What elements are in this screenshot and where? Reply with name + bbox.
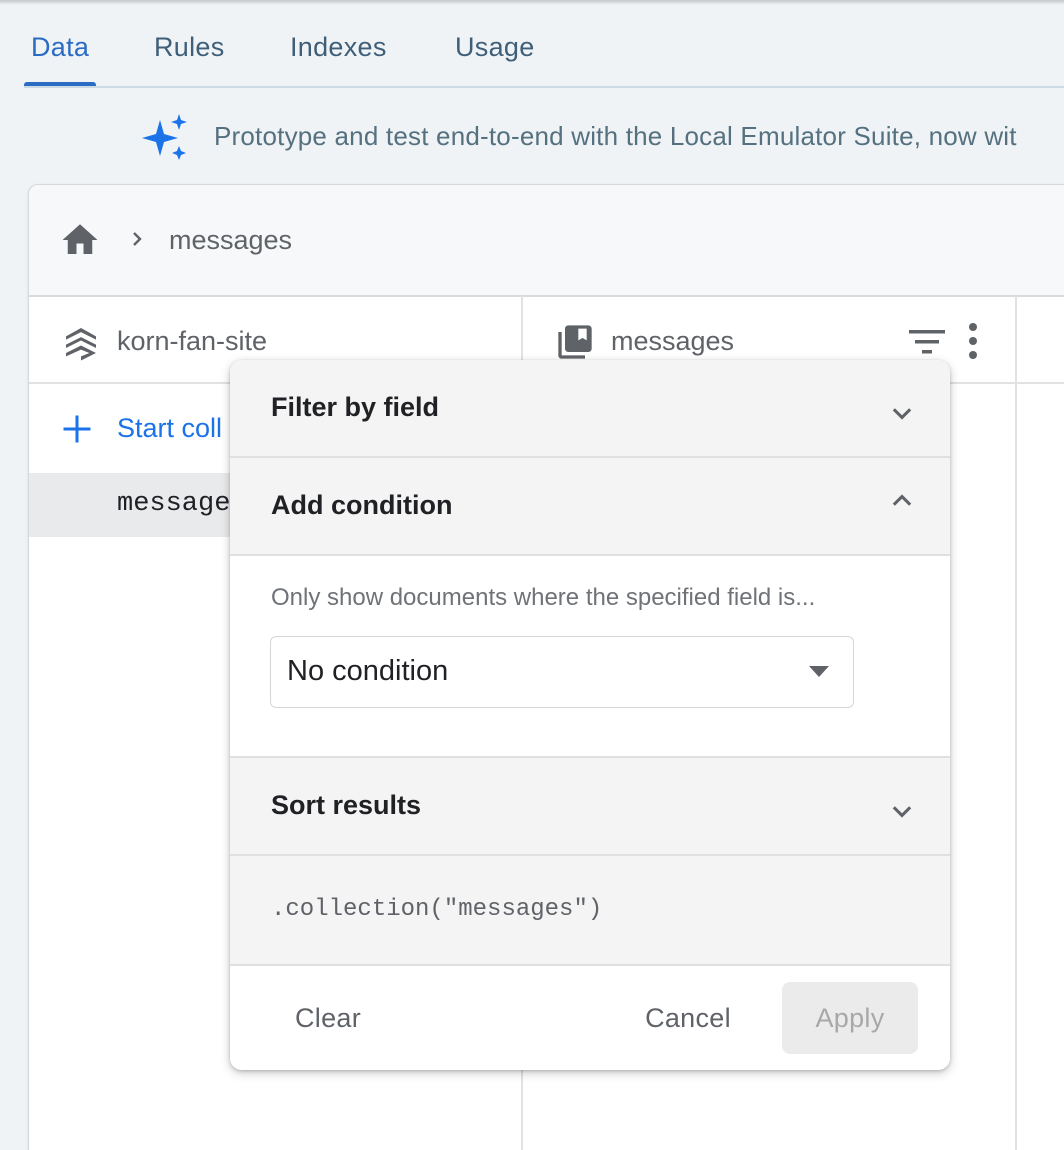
start-collection-button[interactable]: Start coll [117, 413, 222, 444]
breadcrumb-current[interactable]: messages [169, 225, 292, 256]
add-condition-header[interactable]: Add condition [230, 458, 950, 556]
collection-icon [558, 325, 592, 359]
firestore-console: Data Rules Indexes Usage Prototype and t… [0, 0, 1064, 1150]
chevron-down-icon [892, 806, 912, 818]
more-vert-icon[interactable] [961, 319, 985, 363]
tab-rules[interactable]: Rules [154, 32, 225, 63]
plus-icon[interactable] [59, 411, 95, 447]
tab-bar: Data Rules Indexes Usage [24, 20, 1064, 88]
tab-indexes[interactable]: Indexes [290, 32, 387, 63]
filter-by-field-header[interactable]: Filter by field [230, 360, 950, 458]
sort-results-header[interactable]: Sort results [230, 758, 950, 856]
collection-name: messages [611, 326, 735, 356]
condition-help-text: Only show documents where the specified … [271, 584, 816, 611]
firestore-stack-icon [66, 328, 96, 361]
home-icon[interactable] [59, 219, 101, 261]
popup-footer: Clear Cancel Apply [230, 966, 950, 1070]
tab-usage[interactable]: Usage [455, 32, 535, 63]
chevron-down-icon [892, 408, 912, 420]
clear-button[interactable]: Clear [270, 982, 386, 1054]
apply-button[interactable]: Apply [782, 982, 918, 1054]
add-condition-label: Add condition [271, 490, 453, 520]
chevron-up-icon [892, 494, 912, 506]
tab-data[interactable]: Data [31, 32, 89, 63]
condition-select-value: No condition [287, 655, 449, 687]
top-shadow [0, 0, 1064, 5]
breadcrumb: messages [29, 185, 1064, 297]
column-divider [1015, 296, 1017, 1150]
collection-item-label: message [117, 489, 231, 519]
add-condition-body: Only show documents where the specified … [230, 556, 950, 758]
condition-select[interactable]: No condition [270, 636, 854, 708]
chevron-right-icon [133, 232, 142, 246]
query-preview: .collection("messages") [230, 856, 950, 966]
filter-icon[interactable] [905, 321, 949, 361]
sparkle-icon [142, 114, 187, 160]
sort-results-label: Sort results [271, 790, 422, 820]
filter-by-field-label: Filter by field [271, 392, 440, 422]
database-name: korn-fan-site [117, 326, 268, 356]
emulator-banner-text[interactable]: Prototype and test end-to-end with the L… [214, 121, 1017, 152]
cancel-button[interactable]: Cancel [626, 982, 750, 1054]
tabs-divider [24, 86, 1064, 88]
dropdown-arrow-icon [809, 666, 829, 677]
query-preview-text: .collection("messages") [271, 896, 603, 923]
filter-popup: Filter by field Add condition Only show … [230, 360, 950, 1070]
